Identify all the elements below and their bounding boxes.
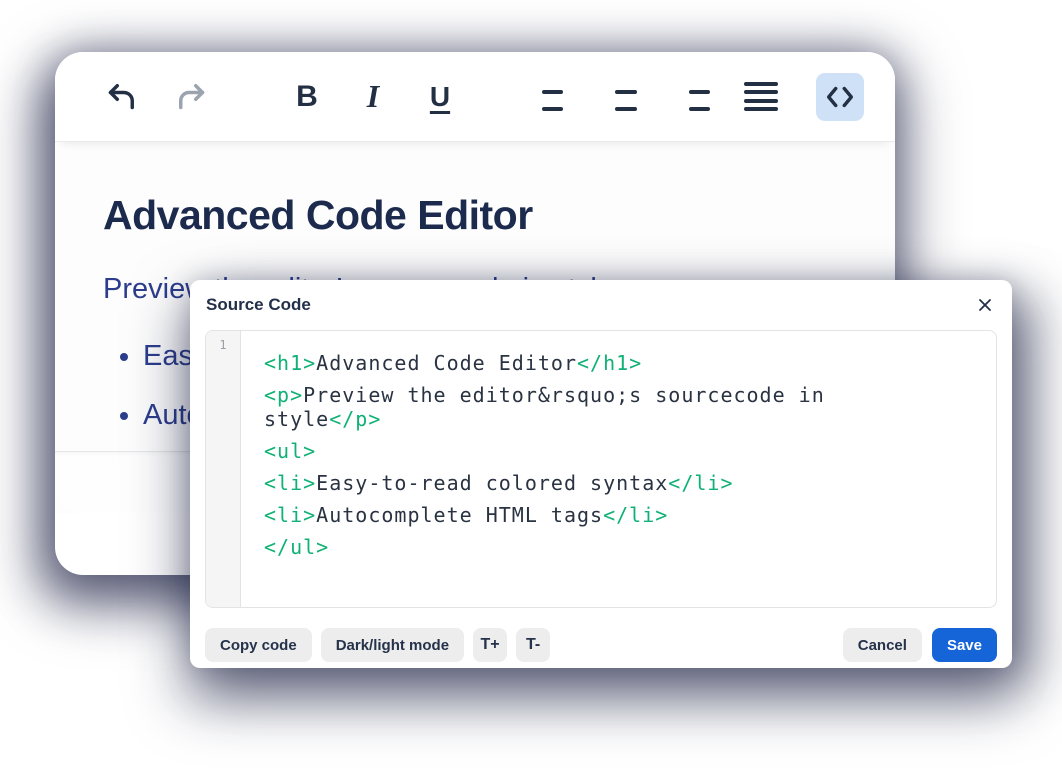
code-line: </ul> — [264, 535, 909, 559]
font-size-decrease-button[interactable]: T- — [516, 628, 550, 662]
modal-footer: Copy code Dark/light mode T+ T- Cancel S… — [190, 628, 1012, 668]
code-line: <p>Preview the editor&rsquo;s sourcecode… — [264, 383, 909, 431]
line-number-gutter: 1 — [206, 331, 241, 607]
close-icon — [977, 297, 993, 313]
code-editor[interactable]: 1 <h1>Advanced Code Editor</h1> <p>Previe… — [205, 330, 997, 608]
align-justify-icon — [744, 82, 778, 112]
code-text[interactable]: <h1>Advanced Code Editor</h1> <p>Preview … — [241, 331, 996, 607]
align-center-icon — [609, 82, 643, 112]
font-size-increase-button[interactable]: T+ — [473, 628, 507, 662]
underline-icon: U — [430, 81, 450, 113]
align-right-button[interactable] — [669, 73, 717, 121]
italic-icon: I — [367, 78, 379, 115]
bold-icon: B — [296, 80, 318, 114]
redo-icon — [174, 79, 210, 115]
line-number: 1 — [219, 338, 226, 352]
document-heading: Advanced Code Editor — [103, 142, 847, 239]
underline-button[interactable]: U — [416, 73, 464, 121]
modal-header: Source Code — [190, 280, 1012, 330]
page: B I U — [0, 0, 1062, 770]
undo-icon — [103, 79, 139, 115]
code-line: <li>Easy-to-read colored syntax</li> — [264, 471, 909, 495]
save-button[interactable]: Save — [932, 628, 997, 662]
undo-button[interactable] — [97, 73, 145, 121]
align-left-icon — [542, 82, 576, 112]
code-line: <li>Autocomplete HTML tags</li> — [264, 503, 909, 527]
code-line: <ul> — [264, 439, 909, 463]
cancel-button[interactable]: Cancel — [843, 628, 922, 662]
code-view-button[interactable] — [816, 73, 864, 121]
align-center-button[interactable] — [602, 73, 650, 121]
modal-title: Source Code — [206, 295, 311, 315]
redo-button[interactable] — [168, 73, 216, 121]
dark-light-mode-button[interactable]: Dark/light mode — [321, 628, 464, 662]
copy-code-button[interactable]: Copy code — [205, 628, 312, 662]
align-left-button[interactable] — [535, 73, 583, 121]
italic-button[interactable]: I — [349, 73, 397, 121]
align-right-icon — [676, 82, 710, 112]
close-button[interactable] — [971, 291, 999, 319]
editor-toolbar: B I U — [55, 52, 895, 142]
bold-button[interactable]: B — [283, 73, 331, 121]
code-view-icon — [823, 80, 857, 114]
align-justify-button[interactable] — [737, 73, 785, 121]
code-line: <h1>Advanced Code Editor</h1> — [264, 351, 909, 375]
source-code-modal: Source Code 1 <h1>Advanced Code Editor</… — [190, 280, 1012, 668]
